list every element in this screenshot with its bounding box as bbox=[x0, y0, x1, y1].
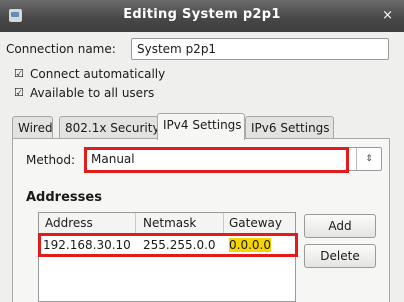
gateway-cell[interactable]: 0.0.0.0 bbox=[229, 238, 271, 252]
netmask-cell[interactable]: 255.255.0.0 bbox=[143, 238, 216, 252]
title-bar[interactable]: Editing System p2p1 × bbox=[0, 0, 404, 32]
delete-address-button[interactable]: Delete bbox=[304, 244, 376, 268]
available-all-users-label: Available to all users bbox=[30, 86, 155, 100]
connection-name-label: Connection name: bbox=[6, 42, 116, 56]
table-header-row: Address Netmask Gateway bbox=[39, 213, 295, 234]
add-address-button[interactable]: Add bbox=[304, 214, 376, 238]
window-title: Editing System p2p1 bbox=[123, 7, 281, 22]
tab-ipv4-settings[interactable]: IPv4 Settings bbox=[157, 113, 245, 140]
tab-8021x-security[interactable]: 802.1x Security bbox=[59, 116, 164, 139]
edit-connection-dialog: Editing System p2p1 × Connection name: S… bbox=[0, 0, 404, 302]
tab-wired[interactable]: Wired bbox=[12, 116, 53, 139]
column-header-netmask[interactable]: Netmask bbox=[143, 216, 196, 230]
available-all-users-checkbox[interactable]: ☑ Available to all users bbox=[14, 86, 154, 100]
tab-ipv6-settings[interactable]: IPv6 Settings bbox=[245, 116, 334, 139]
column-header-gateway[interactable]: Gateway bbox=[229, 216, 282, 230]
method-value: Manual bbox=[91, 152, 135, 166]
method-label: Method: bbox=[26, 153, 76, 167]
address-cell[interactable]: 192.168.30.10 bbox=[43, 238, 131, 252]
method-select[interactable]: Manual ⇕ bbox=[84, 147, 382, 171]
checkbox-checked-icon[interactable]: ☑ bbox=[14, 87, 26, 99]
connection-name-input[interactable]: System p2p1 bbox=[131, 38, 389, 60]
column-divider bbox=[135, 213, 136, 233]
column-header-address[interactable]: Address bbox=[45, 216, 93, 230]
connect-automatically-label: Connect automatically bbox=[30, 67, 166, 81]
close-icon[interactable]: × bbox=[382, 8, 393, 23]
column-divider bbox=[223, 213, 224, 233]
addresses-table[interactable]: Address Netmask Gateway 192.168.30.10 25… bbox=[38, 212, 296, 302]
addresses-heading: Addresses bbox=[26, 190, 102, 205]
combo-arrows-icon[interactable]: ⇕ bbox=[356, 148, 381, 170]
checkbox-checked-icon[interactable]: ☑ bbox=[14, 68, 26, 80]
connect-automatically-checkbox[interactable]: ☑ Connect automatically bbox=[14, 67, 165, 81]
